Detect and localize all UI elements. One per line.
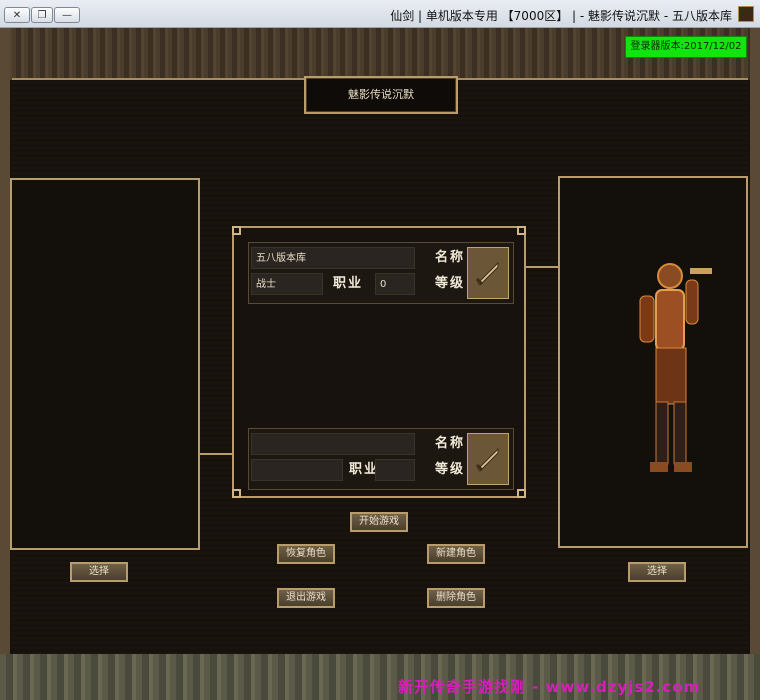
select-right-button[interactable]: 选择: [628, 562, 686, 582]
restore-button[interactable]: ❐: [31, 7, 53, 23]
job-label: 职业: [333, 276, 364, 291]
watermark-text: 新开传奇手游找刚 - www.dzyjs2.com: [398, 678, 701, 696]
character-slot-2[interactable]: 名称 职业 等级: [248, 428, 514, 490]
character-info-panel: 五八版本库 名称 战士 职业 0 等级 名称 职业 等级: [232, 226, 526, 498]
character-slot-1[interactable]: 五八版本库 名称 战士 职业 0 等级: [248, 242, 514, 304]
job-value: [251, 459, 343, 481]
warrior-portrait: [620, 254, 720, 484]
minimize-button[interactable]: —: [54, 7, 80, 23]
exit-game-button[interactable]: 退出游戏: [277, 588, 335, 608]
sword-icon: [467, 433, 509, 485]
stone-border-left: [0, 28, 10, 700]
left-character-panel[interactable]: [10, 178, 200, 550]
job-value: 战士: [251, 273, 323, 295]
stone-border-right: [750, 28, 760, 700]
close-button[interactable]: ✕: [4, 7, 30, 23]
level-value: [375, 459, 415, 481]
restore-icon: ❐: [37, 10, 47, 21]
server-title: 魅影传说沉默: [304, 76, 458, 114]
sword-icon: [467, 247, 509, 299]
level-label: 等级: [435, 462, 466, 477]
level-label: 等级: [435, 276, 466, 291]
version-badge: 登录器版本:2017/12/02: [625, 36, 747, 58]
name-value: 五八版本库: [251, 247, 415, 269]
close-icon: ✕: [12, 10, 22, 21]
game-app-icon: [738, 6, 754, 22]
corner-ornament: [232, 226, 241, 235]
corner-ornament: [232, 489, 241, 498]
restore-character-button[interactable]: 恢复角色: [277, 544, 335, 564]
select-left-button[interactable]: 选择: [70, 562, 128, 582]
name-label: 名称: [435, 436, 466, 451]
name-label: 名称: [435, 250, 466, 265]
name-value: [251, 433, 415, 455]
window-title: 仙剑 | 单机版本专用 【7000区】 | - 魅影传说沉默 - 五八版本库: [390, 9, 732, 23]
left-connector: [200, 453, 232, 455]
corner-ornament: [517, 226, 526, 235]
window-titlebar: ✕ ❐ — 仙剑 | 单机版本专用 【7000区】 | - 魅影传说沉默 - 五…: [0, 0, 760, 28]
start-game-button[interactable]: 开始游戏: [350, 512, 408, 532]
corner-ornament: [517, 489, 526, 498]
level-value: 0: [375, 273, 415, 295]
minimize-icon: —: [62, 10, 72, 21]
right-connector: [526, 266, 558, 268]
delete-character-button[interactable]: 删除角色: [427, 588, 485, 608]
game-screen: 登录器版本:2017/12/02 魅影传说沉默 五八版本库 名称 战士 职业 0…: [0, 28, 760, 700]
new-character-button[interactable]: 新建角色: [427, 544, 485, 564]
